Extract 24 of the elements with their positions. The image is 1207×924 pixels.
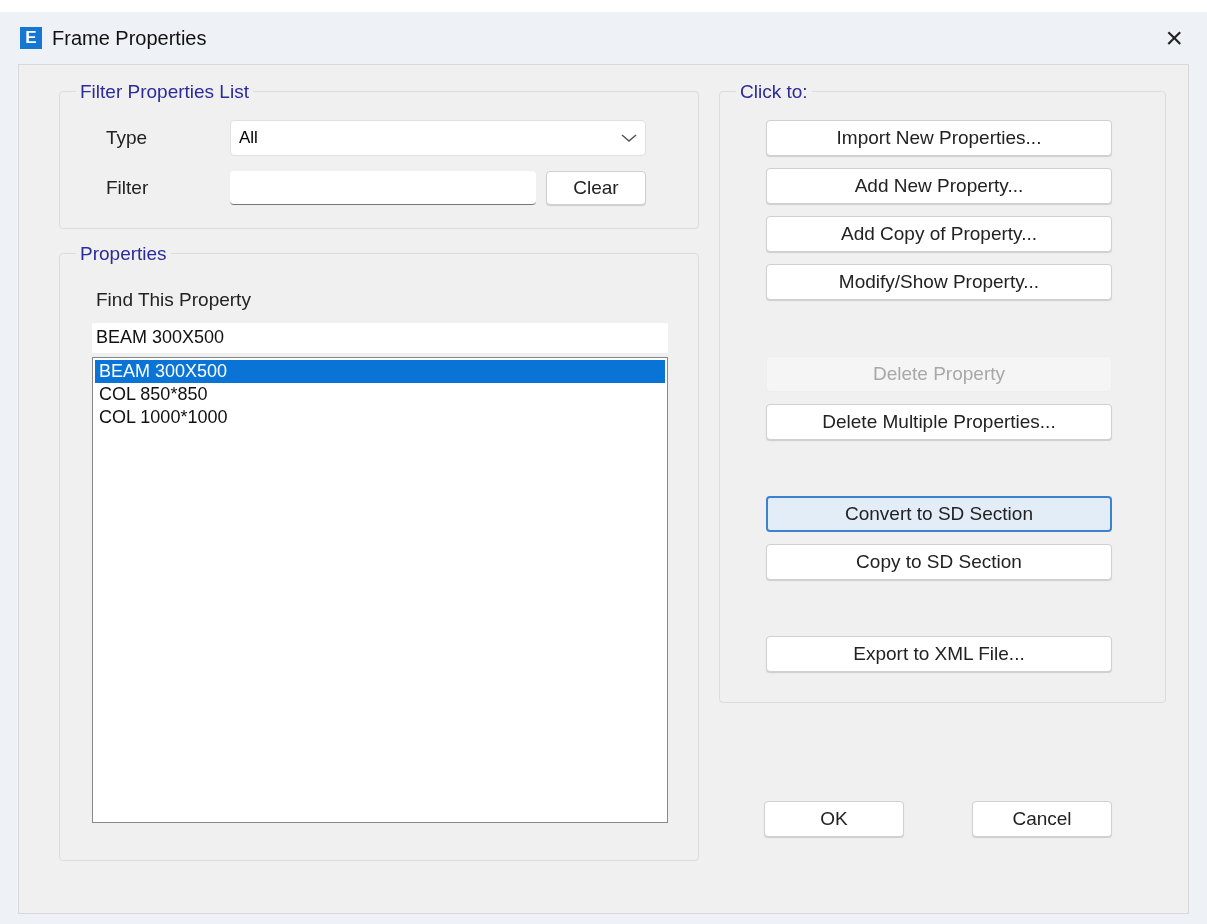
filter-label: Filter: [106, 175, 150, 200]
clear-button[interactable]: Clear: [546, 171, 646, 205]
action-button[interactable]: Add New Property...: [766, 168, 1112, 204]
app-logo: E: [20, 27, 42, 49]
action-button[interactable]: Delete Multiple Properties...: [766, 404, 1112, 440]
ok-button[interactable]: OK: [764, 801, 904, 837]
window-title: Frame Properties: [52, 26, 207, 51]
action-button[interactable]: Export to XML File...: [766, 636, 1112, 672]
action-button[interactable]: Convert to SD Section: [766, 496, 1112, 532]
close-button[interactable]: ×: [1161, 23, 1187, 53]
action-button[interactable]: Modify/Show Property...: [766, 264, 1112, 300]
action-button[interactable]: Import New Properties...: [766, 120, 1112, 156]
type-label: Type: [106, 125, 149, 150]
cancel-button[interactable]: Cancel: [972, 801, 1112, 837]
list-item[interactable]: COL 850*850: [95, 382, 665, 406]
find-field[interactable]: BEAM 300X500: [92, 322, 668, 353]
action-button[interactable]: Copy to SD Section: [766, 544, 1112, 580]
action-button[interactable]: Add Copy of Property...: [766, 216, 1112, 252]
chevron-down-icon: [621, 133, 637, 143]
type-dropdown[interactable]: All: [230, 120, 646, 156]
find-label: Find This Property: [96, 288, 252, 312]
list-item[interactable]: BEAM 300X500: [95, 359, 665, 383]
list-item[interactable]: COL 1000*1000: [95, 405, 665, 429]
filter-field[interactable]: [230, 171, 536, 205]
